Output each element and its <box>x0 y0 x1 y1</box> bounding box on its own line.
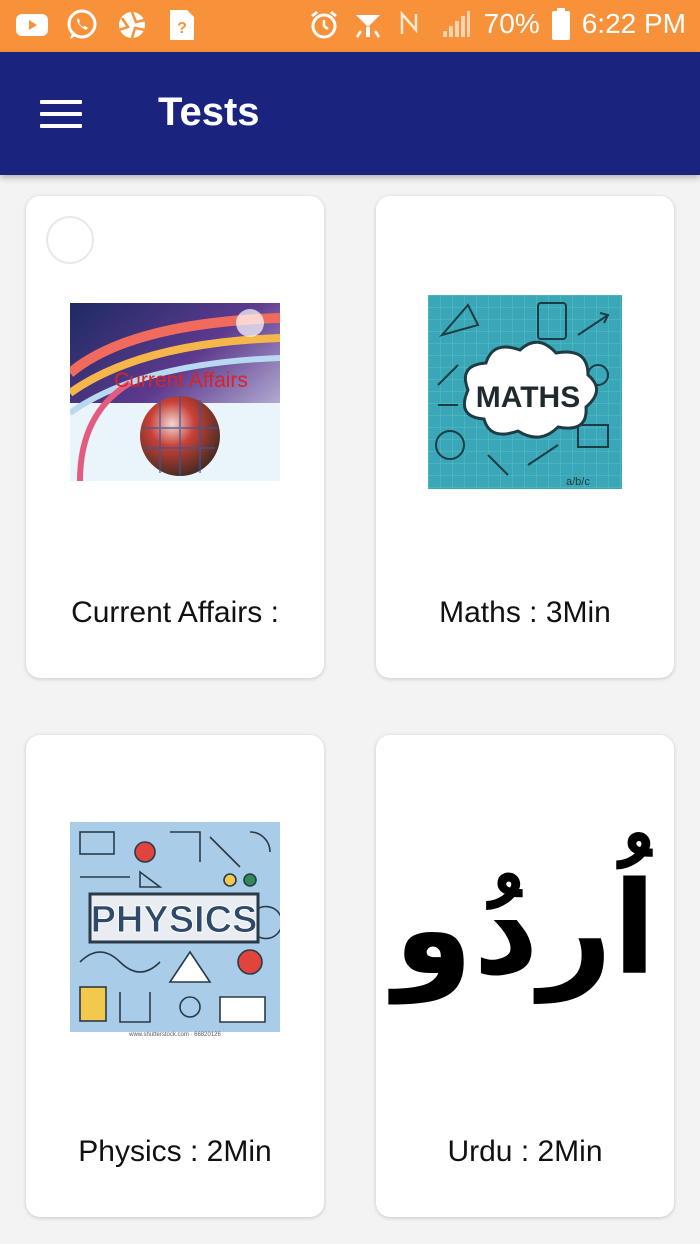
wifi-icon <box>352 8 384 40</box>
whatsapp-icon <box>66 9 98 41</box>
alarm-icon <box>308 8 340 40</box>
system-icons: 70% 6:22 PM <box>308 8 686 40</box>
status-bar: ? 70% 6:22 PM <box>0 0 700 52</box>
battery-percent: 70% <box>483 8 540 39</box>
current-affairs-image-text: Current Affairs <box>114 369 248 392</box>
aperture-icon <box>116 9 148 41</box>
test-label: Urdu : 2Min <box>447 1135 603 1168</box>
physics-image: PHYSICS www.shutterstock.com · 66820126 <box>70 822 280 1038</box>
clock: 6:22 PM <box>581 8 686 39</box>
test-label: Current Affairs : <box>71 596 279 629</box>
svg-text:?: ? <box>177 20 187 37</box>
maths-image-text: MATHS <box>476 381 580 414</box>
youtube-icon <box>16 9 48 41</box>
hamburger-menu-icon[interactable] <box>40 100 82 128</box>
notification-icons: ? <box>16 9 198 41</box>
test-card-physics[interactable]: PHYSICS www.shutterstock.com · 66820126 … <box>26 735 324 1217</box>
battery-icon <box>551 8 570 40</box>
help-file-icon: ? <box>166 9 198 41</box>
test-card-current-affairs[interactable]: Current Affairs Current Affairs : <box>26 196 324 678</box>
maths-image-caption: a/b/c <box>566 476 590 488</box>
test-label: Physics : 2Min <box>78 1135 272 1168</box>
touch-ripple <box>46 216 94 264</box>
page-title: Tests <box>158 90 260 134</box>
urdu-image: اُردُو <box>376 825 674 1035</box>
test-label: Maths : 3Min <box>439 596 611 629</box>
app-bar: Tests <box>0 52 700 175</box>
current-affairs-image: Current Affairs <box>70 303 280 481</box>
no-signal-icon <box>396 8 428 40</box>
maths-image: MATHS a/b/c <box>428 295 622 489</box>
urdu-image-text: اُردُو <box>393 855 657 1004</box>
physics-image-text: PHYSICS <box>91 899 258 941</box>
test-card-urdu[interactable]: اُردُو Urdu : 2Min <box>376 735 674 1217</box>
signal-bars-icon <box>440 8 472 40</box>
physics-image-caption: www.shutterstock.com · 66820126 <box>128 1032 221 1038</box>
test-card-maths[interactable]: MATHS a/b/c Maths : 3Min <box>376 196 674 678</box>
